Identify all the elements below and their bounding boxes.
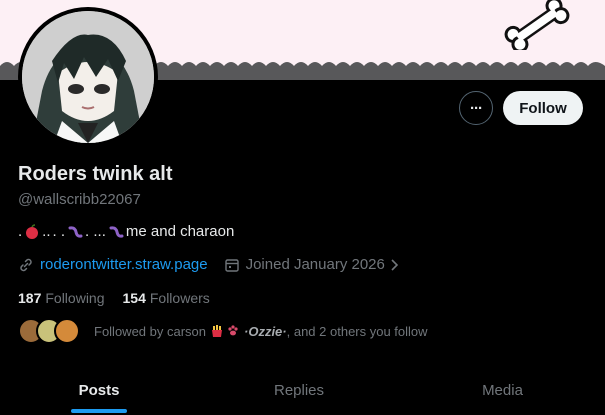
more-options-button[interactable]: ··· bbox=[459, 91, 493, 125]
apple-icon bbox=[26, 223, 39, 239]
calendar-icon bbox=[224, 258, 239, 272]
avatar[interactable] bbox=[18, 7, 158, 147]
profile-bio: . .. . . . ... me and charaon bbox=[18, 223, 234, 240]
profile-website-link[interactable]: roderontwitter.straw.page bbox=[40, 256, 208, 273]
followed-by-tail: , and 2 others you follow bbox=[286, 323, 428, 339]
fries-icon bbox=[212, 325, 222, 337]
followers-stat[interactable]: 154 Followers bbox=[123, 290, 210, 306]
more-options-icon: ··· bbox=[470, 99, 483, 117]
bio-text-3: . . bbox=[52, 223, 66, 240]
followed-by-text: Followed by carson bbox=[94, 323, 206, 339]
profile-name: Roders twink alt bbox=[18, 163, 173, 185]
worm-icon bbox=[109, 225, 124, 238]
follower-avatar bbox=[54, 318, 80, 344]
worm-icon bbox=[68, 225, 83, 238]
profile-meta: roderontwitter.straw.page Joined January… bbox=[18, 256, 401, 273]
followed-by-extra: ·Ozzie· bbox=[244, 323, 287, 339]
tab-replies[interactable]: Replies bbox=[198, 365, 400, 415]
profile-handle: @wallscribb22067 bbox=[18, 191, 141, 208]
tab-posts[interactable]: Posts bbox=[0, 365, 198, 415]
bio-text-4: . ... bbox=[85, 223, 106, 240]
profile-tabs: Posts Replies Media bbox=[0, 365, 605, 415]
follow-button[interactable]: Follow bbox=[503, 91, 583, 125]
paw-icon bbox=[228, 325, 238, 336]
active-tab-indicator bbox=[71, 409, 127, 413]
profile-stats: 187 Following 154 Followers bbox=[18, 290, 210, 306]
followers-label: Followers bbox=[149, 290, 210, 306]
bio-text-5: me and charaon bbox=[125, 223, 235, 240]
profile-joined-date: Joined January 2026 bbox=[245, 256, 385, 273]
following-count: 187 bbox=[18, 290, 42, 306]
tab-media[interactable]: Media bbox=[400, 365, 605, 415]
follower-avatars bbox=[18, 318, 80, 344]
bio-text-2: .. bbox=[42, 223, 51, 240]
chevron-right-icon[interactable] bbox=[389, 258, 401, 272]
bone-icon bbox=[504, 0, 570, 50]
link-icon bbox=[20, 258, 32, 271]
bio-text-1: . bbox=[18, 223, 23, 240]
following-stat[interactable]: 187 Following bbox=[18, 290, 105, 306]
avatar-image bbox=[22, 11, 154, 143]
following-label: Following bbox=[45, 290, 105, 306]
followed-by[interactable]: Followed by carson ·Ozzie· , and 2 other… bbox=[18, 318, 428, 344]
followers-count: 154 bbox=[122, 290, 146, 306]
